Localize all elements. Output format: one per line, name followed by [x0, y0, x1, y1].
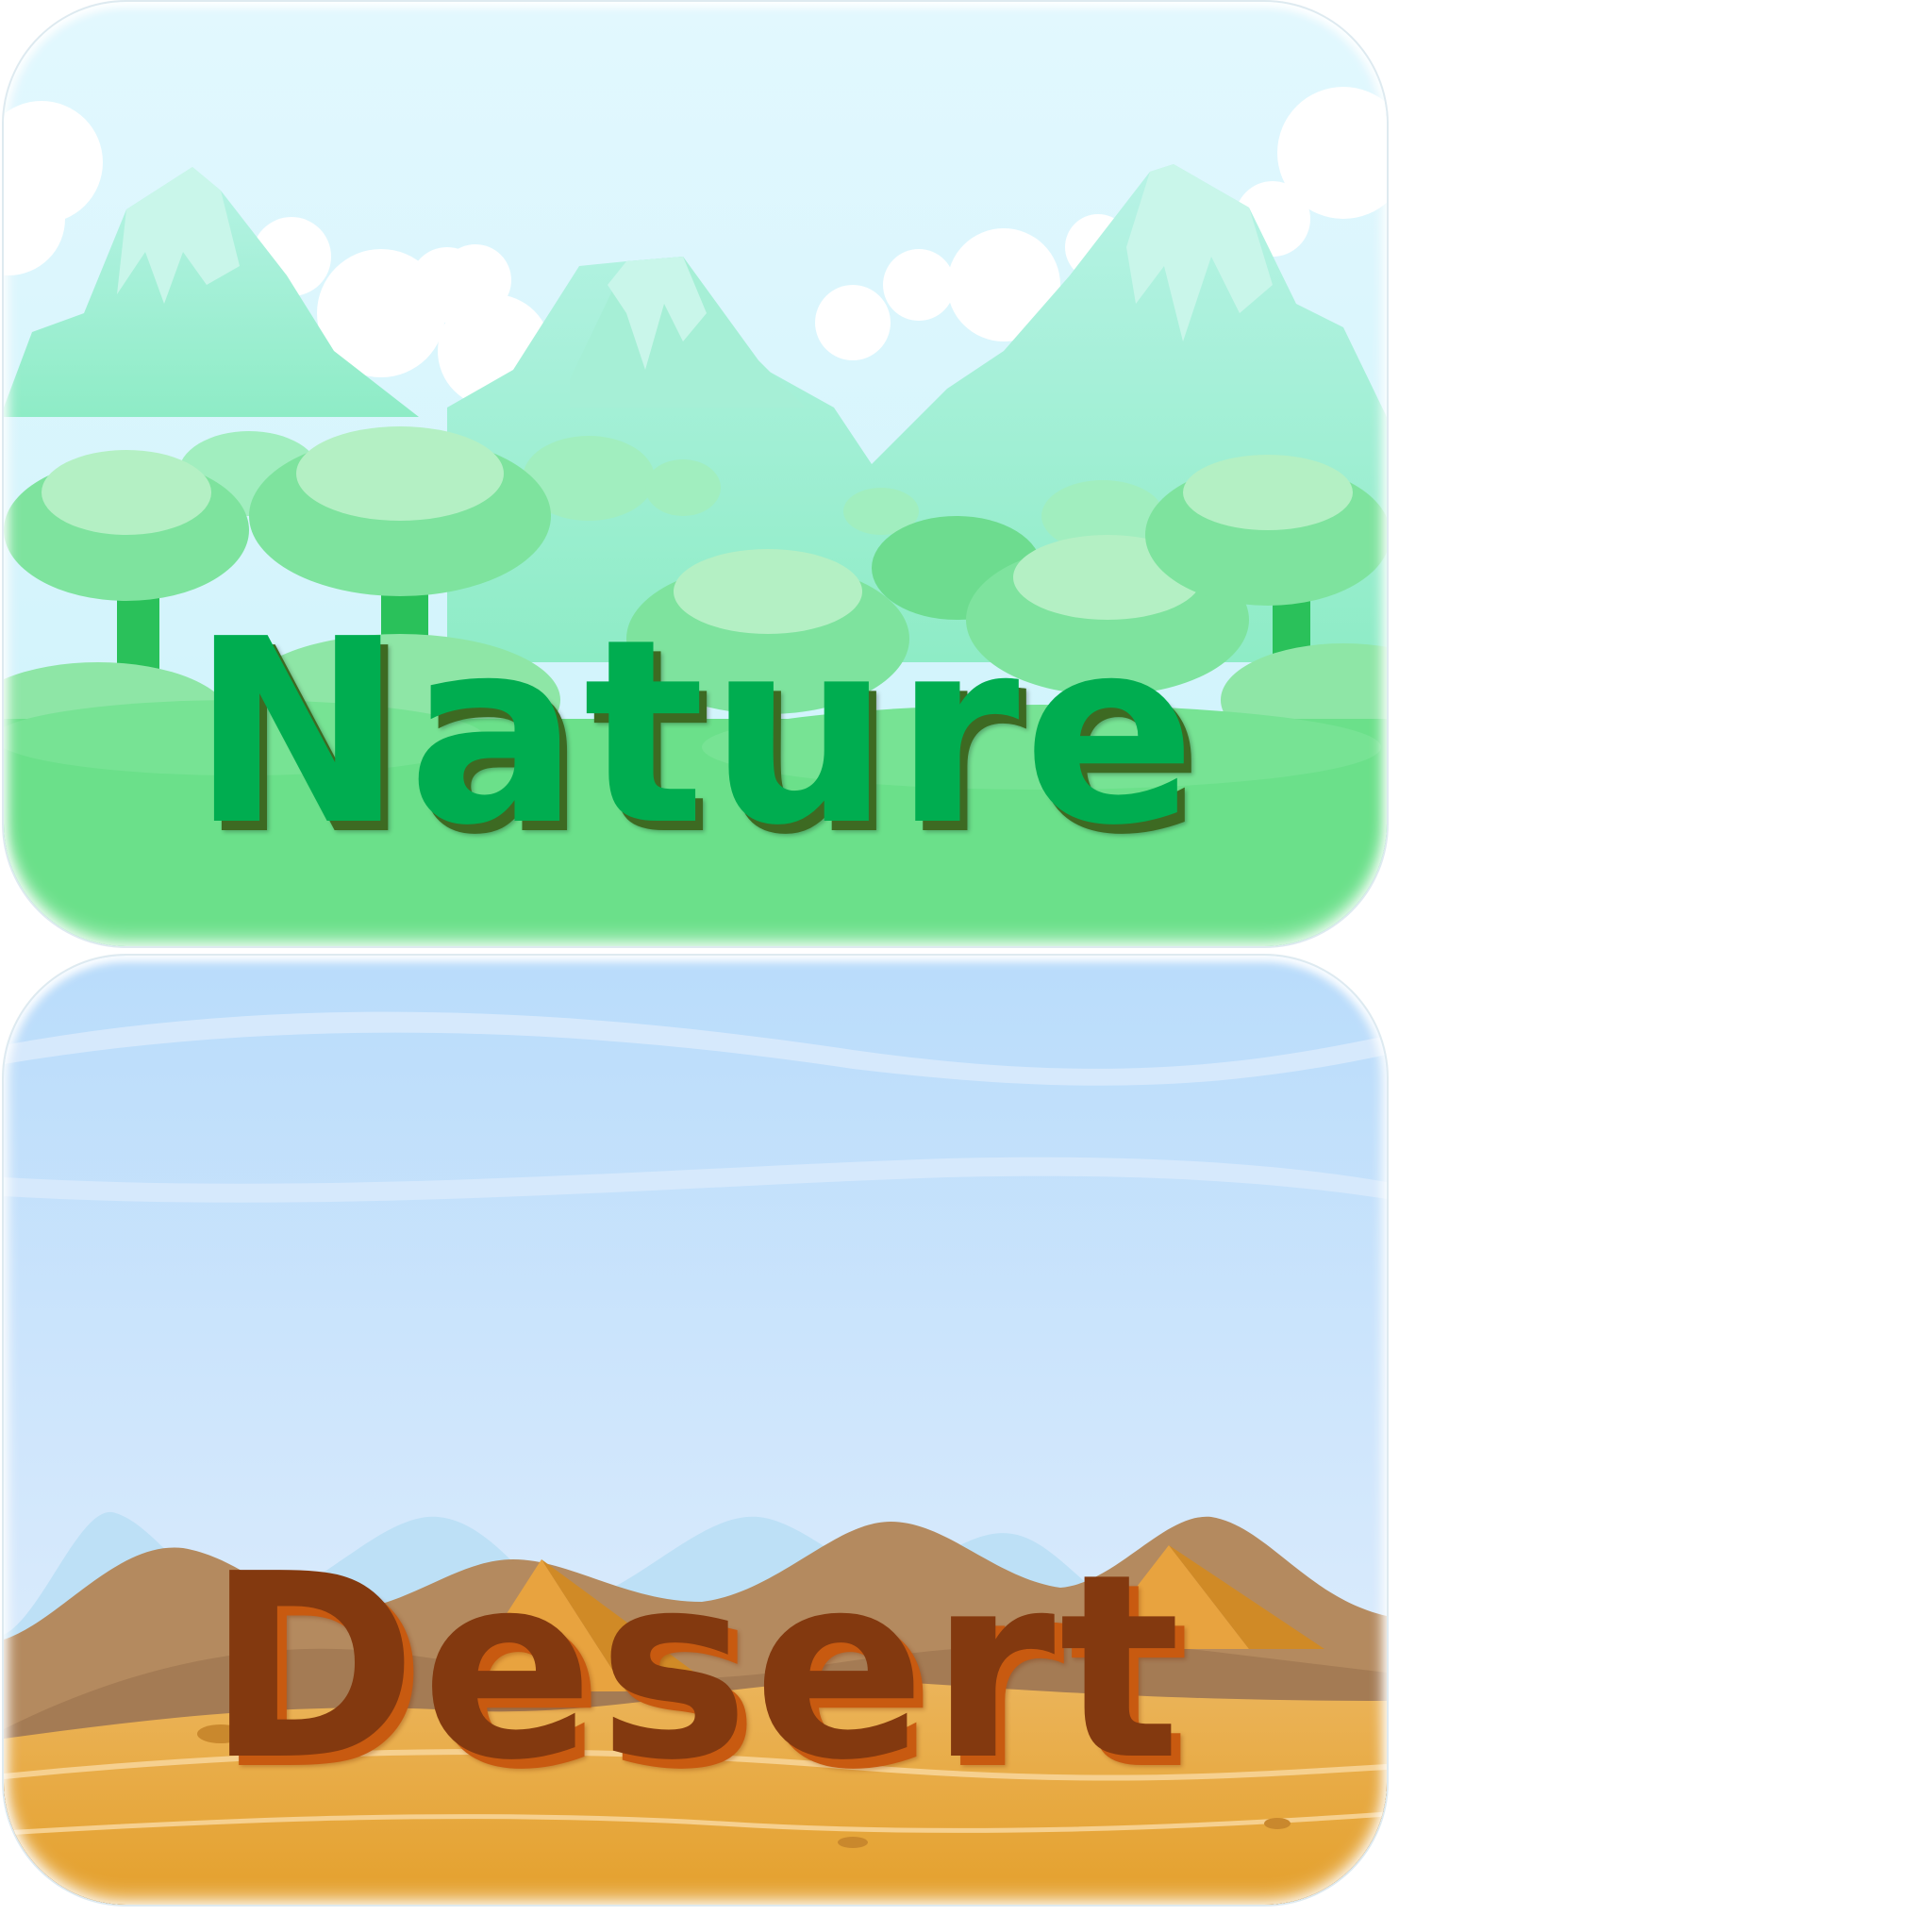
- nature-label: Nature: [191, 584, 1200, 881]
- desert-label: Desert: [206, 1519, 1185, 1816]
- desert-level-card[interactable]: Desert: [4, 956, 1387, 1905]
- nature-level-card[interactable]: Nature: [4, 2, 1387, 946]
